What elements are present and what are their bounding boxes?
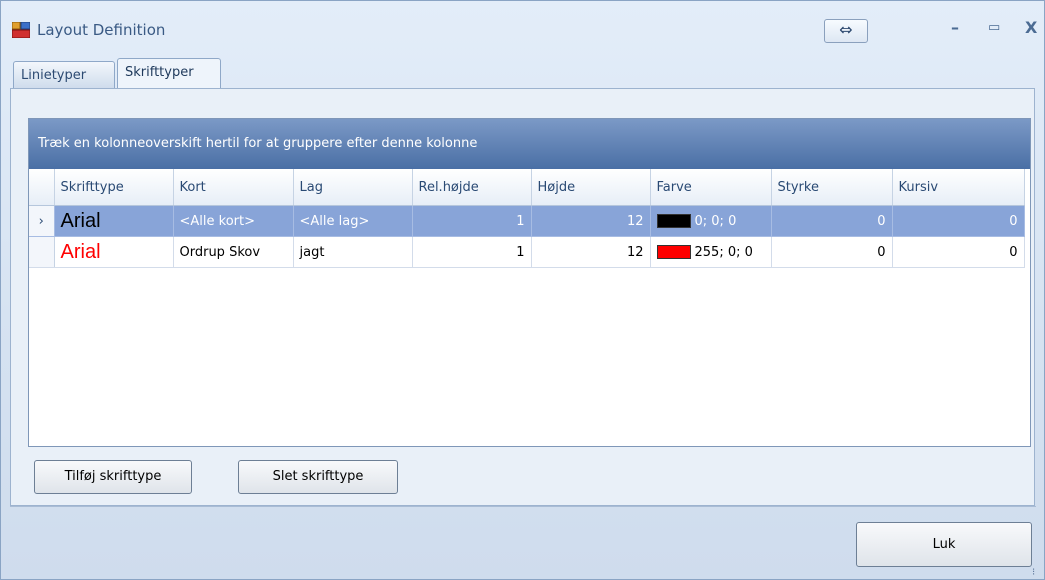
color-value: 0; 0; 0 xyxy=(694,213,737,229)
header-row: Skrifttype Kort Lag Rel.højde Højde Farv… xyxy=(29,169,1025,206)
cell-hojde[interactable]: 12 xyxy=(531,236,651,268)
layout-definition-window: Layout Definition ⇔ – ▭ X Linietyper Skr… xyxy=(0,0,1045,580)
font-table: Skrifttype Kort Lag Rel.højde Højde Farv… xyxy=(29,169,1025,268)
cell-kursiv[interactable]: 0 xyxy=(892,205,1025,237)
row-indicator xyxy=(29,236,55,268)
row-indicator-header xyxy=(29,169,55,206)
tab-linietyper[interactable]: Linietyper xyxy=(13,61,115,88)
cell-rel-hojde[interactable]: 1 xyxy=(412,236,532,268)
column-header-kursiv[interactable]: Kursiv xyxy=(892,169,1025,206)
color-swatch xyxy=(656,245,691,259)
column-header-styrke[interactable]: Styrke xyxy=(771,169,893,206)
close-button[interactable]: Luk xyxy=(856,522,1032,567)
cell-skrifttype[interactable]: Arial xyxy=(54,205,174,237)
cell-rel-hojde[interactable]: 1 xyxy=(412,205,532,237)
divider xyxy=(10,506,1036,507)
window-title: Layout Definition xyxy=(37,21,166,39)
group-by-hint: Træk en kolonneoverskift hertil for at g… xyxy=(38,136,478,151)
column-header-lag[interactable]: Lag xyxy=(293,169,413,206)
group-by-panel[interactable]: Træk en kolonneoverskift hertil for at g… xyxy=(29,119,1030,169)
cell-skrifttype[interactable]: Arial xyxy=(54,236,174,268)
column-header-skrifttype[interactable]: Skrifttype xyxy=(54,169,174,206)
resize-grip-icon[interactable]: ⁝ xyxy=(1032,567,1035,578)
cell-farve[interactable]: 0; 0; 0 xyxy=(650,205,772,237)
title-bar: Layout Definition ⇔ – ▭ X xyxy=(1,1,1044,45)
font-grid: Træk en kolonneoverskift hertil for at g… xyxy=(28,118,1031,447)
font-sample: Arial xyxy=(60,209,101,232)
add-font-button[interactable]: Tilføj skrifttype xyxy=(34,460,192,494)
cell-kursiv[interactable]: 0 xyxy=(892,236,1025,268)
table-row[interactable]: › Arial <Alle kort> <Alle lag> 1 12 0; 0… xyxy=(29,205,1025,237)
table-row[interactable]: Arial Ordrup Skov jagt 1 12 255; 0; 0 0 … xyxy=(29,236,1025,268)
resize-icon: ⇔ xyxy=(839,20,853,39)
app-icon xyxy=(12,22,30,38)
cell-kort[interactable]: Ordrup Skov xyxy=(173,236,294,268)
minimize-button[interactable]: – xyxy=(951,18,959,37)
maximize-button[interactable]: ▭ xyxy=(988,20,1000,35)
resize-button[interactable]: ⇔ xyxy=(824,19,868,43)
cell-lag[interactable]: <Alle lag> xyxy=(293,205,413,237)
cell-styrke[interactable]: 0 xyxy=(771,205,893,237)
cell-hojde[interactable]: 12 xyxy=(531,205,651,237)
cell-kort[interactable]: <Alle kort> xyxy=(173,205,294,237)
cell-styrke[interactable]: 0 xyxy=(771,236,893,268)
color-value: 255; 0; 0 xyxy=(694,244,753,260)
cell-farve[interactable]: 255; 0; 0 xyxy=(650,236,772,268)
close-window-button[interactable]: X xyxy=(1025,18,1037,37)
delete-font-button[interactable]: Slet skrifttype xyxy=(238,460,398,494)
cell-lag[interactable]: jagt xyxy=(293,236,413,268)
tab-skrifttyper[interactable]: Skrifttyper xyxy=(117,58,221,89)
column-header-hojde[interactable]: Højde xyxy=(531,169,651,206)
column-header-kort[interactable]: Kort xyxy=(173,169,294,206)
column-header-farve[interactable]: Farve xyxy=(650,169,772,206)
color-swatch xyxy=(656,214,691,228)
font-sample: Arial xyxy=(60,240,101,263)
column-header-rel-hojde[interactable]: Rel.højde xyxy=(412,169,532,206)
row-indicator-icon: › xyxy=(29,205,55,237)
